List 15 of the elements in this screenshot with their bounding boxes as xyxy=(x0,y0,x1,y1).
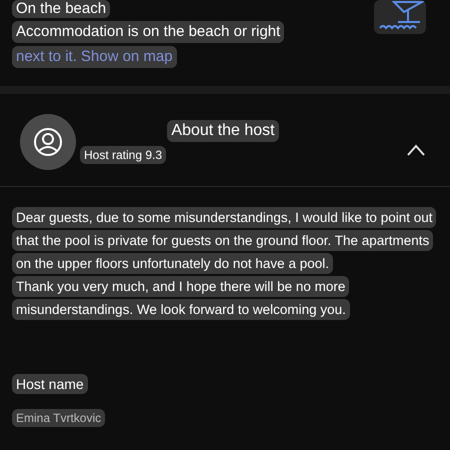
chevron-up-icon[interactable] xyxy=(406,144,426,156)
host-message-line: Dear guests, due to some misunderstandings, I would like to point out xyxy=(12,207,436,228)
host-rating: Host rating 9.3 xyxy=(80,146,166,164)
host-message-line: misunderstandings. We look forward to welcoming you. xyxy=(12,299,350,320)
field-label: Host name xyxy=(12,374,88,394)
section-title: On the beach xyxy=(12,0,110,18)
host-message-line: that the pool is private for guests on the ground floor. The apartments xyxy=(12,230,434,251)
host-message-line: on the upper floors unfortunately do not have a pool. xyxy=(12,253,333,274)
host-name: Emina Tvrtkovic xyxy=(12,409,106,427)
host-message-line: Thank you very much, and I hope there will be no more xyxy=(12,276,350,297)
section-description: Accommodation is on the beach or right xyxy=(12,21,284,43)
map-link[interactable]: Show on map xyxy=(80,46,173,68)
section-description: next to it. xyxy=(16,47,77,67)
user-icon xyxy=(33,127,63,157)
section-title: About the host xyxy=(167,120,279,142)
